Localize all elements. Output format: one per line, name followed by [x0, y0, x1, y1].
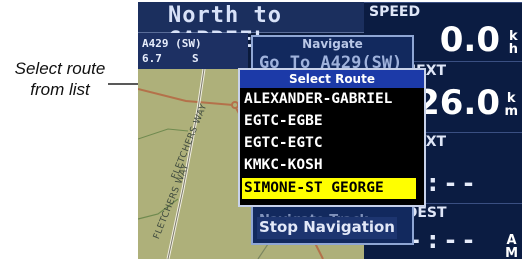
field-speed-value: 0.0 — [439, 20, 500, 60]
route-item[interactable]: ALEXANDER-GABRIEL — [244, 89, 392, 110]
field-dist-next-value: 26.0 — [416, 83, 500, 123]
field-speed-unit: kh — [508, 29, 518, 57]
route-item[interactable]: EGTC-EGTC — [244, 133, 323, 154]
route-item[interactable]: KMKC-KOSH — [244, 155, 323, 176]
field-dist-next-unit: km — [504, 91, 518, 119]
waypoint-name: A429 (SW) — [142, 37, 202, 50]
route-item[interactable]: EGTC-EGBE — [244, 111, 323, 132]
navigate-menu-title: Navigate — [302, 37, 363, 51]
callout-line-1: Select route — [14, 59, 106, 78]
route-item-selected[interactable]: SIMONE-ST GEORGE — [242, 178, 416, 199]
field-speed-label: SPEED — [369, 4, 421, 20]
route-title-bar: North to GABRIEL — [138, 2, 366, 53]
field-to-dest-unit: AM — [505, 233, 518, 259]
menu-item-stop-navigation[interactable]: Stop Navigation — [257, 217, 397, 239]
menu-item-stop-navigation-label: Stop Navigation — [259, 218, 395, 236]
select-route-popup: Select Route ALEXANDER-GABRIEL EGTC-EGBE… — [238, 68, 426, 207]
select-route-title: Select Route — [240, 70, 424, 88]
waypoint-bearing: S — [192, 52, 199, 65]
field-to-dest-value: -:-- — [410, 226, 482, 254]
waypoint-info-strip: A429 (SW) 6.7 S — [138, 33, 248, 69]
callout-line-2: from list — [30, 80, 90, 99]
waypoint-distance: 6.7 — [142, 52, 162, 65]
callout-caption: Select route from list — [4, 58, 116, 100]
